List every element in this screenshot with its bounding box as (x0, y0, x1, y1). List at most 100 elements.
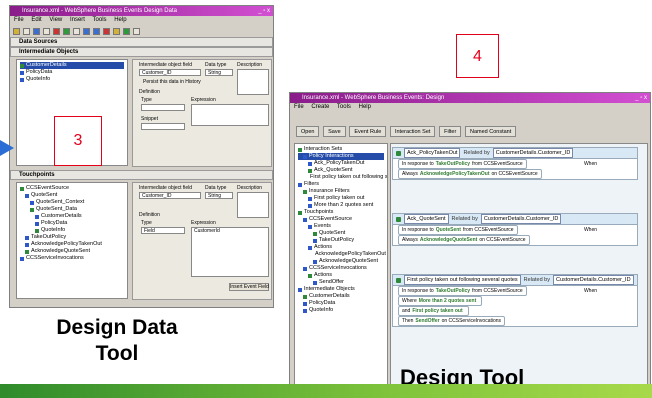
tree-item[interactable]: QuoteInfo (20, 227, 124, 234)
rule-clause[interactable]: In response to TakeOutPolicy from CCSEvent… (398, 159, 527, 169)
tree-item[interactable]: CCSEventSource (20, 185, 124, 192)
tree-item[interactable]: First policy taken out following sev (298, 174, 387, 181)
rule-clause[interactable]: Where More than 2 quotes sent (398, 296, 483, 306)
event-rule-button[interactable]: Event Rule (349, 126, 387, 137)
tree-item[interactable]: CCSServiceInvocations (298, 265, 384, 272)
menu-edit[interactable]: Edit (31, 17, 41, 23)
when-label[interactable]: When (584, 227, 597, 233)
rule-clause[interactable]: Always AcknowledgePolicyTakenOut on CCSEve… (398, 169, 542, 179)
tree-item[interactable]: TakeOutPolicy (20, 234, 124, 241)
menu-help[interactable]: Help (359, 104, 371, 110)
tree-item[interactable]: Insurance Filters (298, 188, 384, 195)
section-touchpoints[interactable]: Touchpoints (10, 170, 273, 180)
rule-name[interactable]: Ack_PolicyTakenOut (404, 148, 461, 158)
tree-item[interactable]: Ack_QuoteSent (298, 167, 384, 174)
refresh-icon[interactable] (113, 27, 120, 35)
rule-name[interactable]: Ack_QuoteSent (404, 214, 449, 224)
tree-item[interactable]: Events (298, 223, 384, 230)
rule-clause[interactable]: Then SendOffer on CCSServiceInvocations (398, 316, 506, 326)
rule-clause[interactable]: In response to QuoteSent from CCSEventSour… (398, 225, 518, 235)
tree-item[interactable]: QuoteSent_Context (20, 199, 124, 206)
tree-item[interactable]: AcknowledgeQuoteSent (298, 258, 384, 265)
tree-item[interactable]: CustomerDetails (298, 293, 384, 300)
up-icon[interactable] (83, 27, 90, 35)
copy-icon[interactable] (73, 27, 80, 35)
add-icon[interactable] (63, 27, 70, 35)
tree-item[interactable]: AcknowledgePolicyTakenOut (298, 251, 386, 258)
when-label[interactable]: When (584, 288, 597, 294)
event-rule-card[interactable]: First policy taken out following several… (392, 274, 638, 327)
delete-icon[interactable] (53, 27, 60, 35)
menu-file[interactable]: File (14, 17, 24, 23)
snippet-select[interactable] (141, 123, 185, 130)
event-rule-card[interactable]: Ack_QuoteSent Related by CustomerDetails.C… (392, 213, 638, 246)
type-select[interactable] (141, 104, 185, 111)
data-type-select[interactable]: String (205, 69, 233, 76)
tree-item[interactable]: Ack_PolicyTakenOut (298, 160, 384, 167)
cut-icon[interactable] (43, 27, 50, 35)
section-data-sources[interactable]: Data Sources (10, 37, 273, 47)
section-intermediate-objects[interactable]: Intermediate Objects (10, 47, 273, 57)
menu-tools[interactable]: Tools (337, 104, 351, 110)
tree-item[interactable]: PolicyData (298, 300, 384, 307)
event-rule-card[interactable]: Ack_PolicyTakenOut Related by CustomerDeta… (392, 147, 638, 180)
rule-clause[interactable]: In response to TakeOutPolicy from CCSEvent… (398, 286, 527, 296)
save-button[interactable]: Save (323, 126, 346, 137)
tree-item[interactable]: Filters (298, 181, 384, 188)
description-input-2[interactable] (237, 192, 269, 218)
persist-checkbox-label[interactable]: Persist this data in History (143, 79, 201, 85)
tree-item[interactable]: CCSServiceInvocations (20, 255, 124, 262)
tree-item[interactable]: CCSEventSource (298, 216, 384, 223)
tree-item[interactable]: QuoteSent (20, 192, 124, 199)
menu-file[interactable]: File (294, 104, 304, 110)
tree-item[interactable]: AcknowledgePolicyTakenOut (20, 241, 124, 248)
tree-item[interactable]: QuoteSent_Data (20, 206, 124, 213)
help-icon[interactable] (133, 27, 140, 35)
tree-item[interactable]: First policy taken out (298, 195, 384, 202)
menu-insert[interactable]: Insert (70, 17, 85, 23)
design-window-controls[interactable]: _ ▫ x (635, 93, 647, 103)
insert-event-field-button[interactable]: Insert Event Field (229, 283, 269, 291)
tree-item[interactable]: More than 2 quotes sent (298, 202, 384, 209)
interaction-set-button[interactable]: Interaction Set (389, 126, 436, 137)
tree-item[interactable]: CustomerDetails (20, 62, 124, 69)
menu-create[interactable]: Create (311, 104, 329, 110)
named-constant-button[interactable]: Named Constant (464, 126, 517, 137)
filter-button[interactable]: Filter (439, 126, 462, 137)
open-icon[interactable] (23, 27, 30, 35)
related-key[interactable]: CustomerDetails.Customer_ID (480, 214, 562, 224)
type-select-2[interactable]: Field (141, 227, 185, 234)
down-icon[interactable] (93, 27, 100, 35)
field-name-input[interactable]: Customer_ID (139, 69, 201, 76)
tree-item[interactable]: QuoteSent (298, 230, 384, 237)
tree-item[interactable]: PolicyData (20, 220, 124, 227)
tree-item[interactable]: PolicyData (20, 69, 124, 76)
menu-view[interactable]: View (49, 17, 62, 23)
tree-item[interactable]: Intermediate Objects (298, 286, 384, 293)
data-type-select-2[interactable]: String (205, 192, 233, 199)
open-button[interactable]: Open (296, 126, 320, 137)
rule-clause[interactable]: and First policy taken out (398, 306, 469, 316)
stop-icon[interactable] (103, 27, 110, 35)
tree-item[interactable]: Actions (298, 244, 384, 251)
related-key[interactable]: CustomerDetails.Customer_ID (552, 275, 634, 285)
new-icon[interactable] (13, 27, 20, 35)
description-input[interactable] (237, 69, 269, 95)
tree-item[interactable]: AcknowledgeQuoteSent (20, 248, 124, 255)
tree-item[interactable]: CustomerDetails (20, 213, 124, 220)
tree-item[interactable]: QuoteInfo (20, 76, 124, 83)
when-label[interactable]: When (584, 161, 597, 167)
rule-clause[interactable]: Always AcknowledgeQuoteSent on CCSEventSou… (398, 235, 530, 245)
run-icon[interactable] (123, 27, 130, 35)
tree-item[interactable]: Touchpoints (298, 209, 384, 216)
save-icon[interactable] (33, 27, 40, 35)
menu-help[interactable]: Help (114, 17, 126, 23)
related-key[interactable]: CustomerDetails.Customer_ID (492, 148, 574, 158)
tree-item[interactable]: Policy Interactions (298, 153, 384, 160)
expression-input-2[interactable]: CustomerId (191, 227, 269, 277)
tree-item[interactable]: Interaction Sets (298, 146, 384, 153)
tree-item[interactable]: Actions (298, 272, 384, 279)
expression-input[interactable] (191, 104, 269, 126)
menu-tools[interactable]: Tools (93, 17, 107, 23)
tree-item[interactable]: QuoteInfo (298, 307, 384, 314)
